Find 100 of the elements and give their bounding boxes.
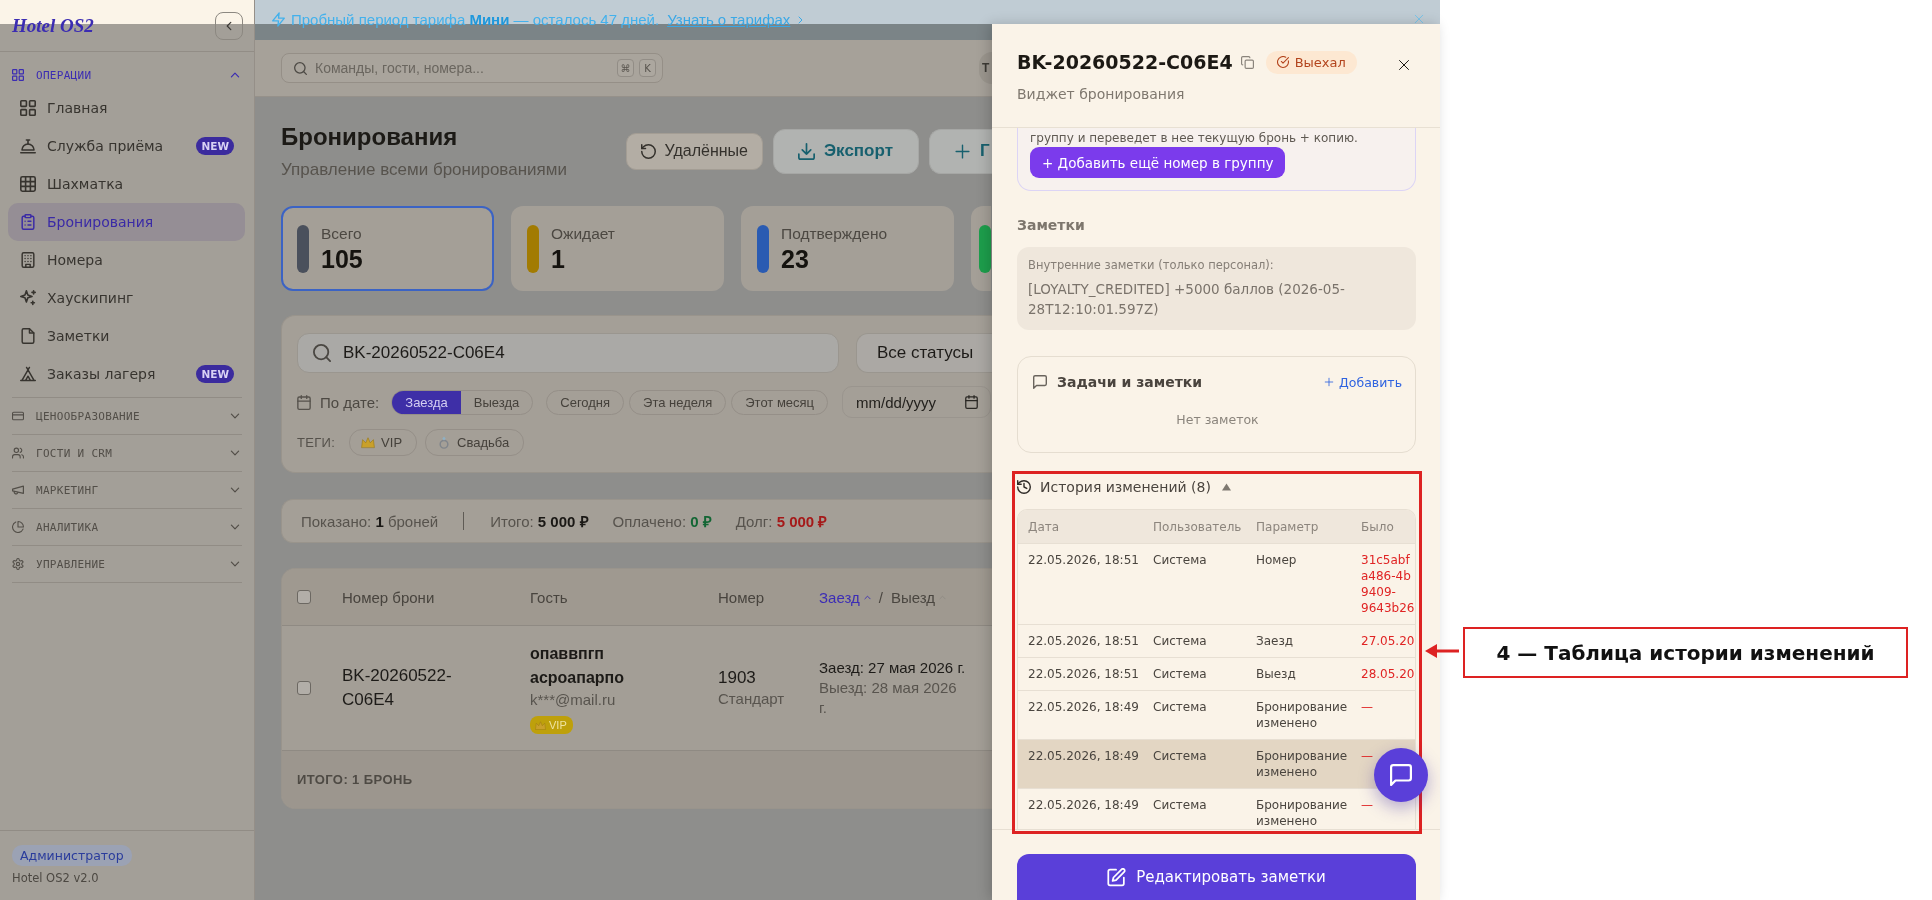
- guest-name: опаввпгп асроапарпо: [530, 644, 625, 688]
- stat-label: Всего: [321, 223, 363, 244]
- room-type: Стандарт: [718, 689, 785, 709]
- user-avatar[interactable]: Т: [979, 52, 992, 84]
- check-out-date: Выезд: 28 мая 2026 г.: [819, 678, 958, 718]
- add-task-button[interactable]: Добавить: [1324, 374, 1402, 390]
- stat-card[interactable]: [971, 206, 991, 291]
- nav-item[interactable]: Хаускипинг: [8, 279, 245, 317]
- select-all-checkbox[interactable]: [297, 590, 311, 604]
- nav-item[interactable]: Служба приёма NEW: [8, 127, 245, 165]
- copy-icon: [1240, 55, 1254, 69]
- comment-icon: [1033, 375, 1047, 389]
- debt-amount: Долг: 5 000 ₽: [735, 512, 828, 531]
- sort-column-header[interactable]: Выезд: [890, 588, 946, 606]
- sparkles-icon: [20, 290, 36, 306]
- column-header[interactable]: Номер брони: [342, 588, 530, 606]
- check-in-date: Заезд: 27 мая 2026 г.: [819, 658, 966, 678]
- table-cell: 22.05.2026, 18:51: [1018, 657, 1143, 691]
- table-cell: —: [1352, 690, 1415, 740]
- nav-item[interactable]: Бронирования: [8, 203, 245, 241]
- date-mode-tab[interactable]: Выезда: [460, 390, 533, 414]
- lightning-icon: [272, 12, 285, 27]
- create-button[interactable]: Г: [929, 128, 992, 174]
- building-icon: [20, 252, 36, 268]
- date-filter-label: По дате:: [320, 393, 380, 411]
- empty-state: Нет заметок: [1175, 412, 1260, 428]
- booking-number[interactable]: BK-20260522-C06E4: [342, 664, 472, 712]
- room-number: 1903: [718, 667, 756, 689]
- history-toggle[interactable]: История изменений (8): [1017, 477, 1231, 497]
- table-cell: 28.05.20: [1352, 657, 1415, 691]
- date-field[interactable]: mm/dd/yyyy: [842, 386, 992, 418]
- crown-icon: [535, 720, 546, 730]
- stat-value: 1: [551, 243, 566, 274]
- sort-column-header[interactable]: Заезд: [819, 588, 871, 606]
- row-checkbox[interactable]: [297, 681, 311, 695]
- close-icon: [1398, 59, 1410, 71]
- app-version: Hotel OS2 v2.0: [12, 870, 99, 886]
- notes-label: Внутренние заметки (только персонал):: [1028, 258, 1275, 273]
- nav-item[interactable]: Заметки: [8, 317, 245, 355]
- column-header[interactable]: Номер: [718, 588, 819, 606]
- nav-item[interactable]: Заказы лагеря NEW: [8, 355, 245, 393]
- chevron-left-icon: [226, 20, 232, 31]
- check-circle-icon: [1276, 56, 1289, 68]
- stat-card[interactable]: Ожидает 1: [511, 206, 724, 291]
- stat-card[interactable]: Подтверждено 23: [741, 206, 954, 291]
- section-header[interactable]: ЦЕНООБРАЗОВАНИЕ: [12, 398, 242, 434]
- clipboard-icon: [20, 214, 36, 230]
- annotation-arrow: [1425, 644, 1459, 658]
- nav-item[interactable]: Шахматка: [8, 165, 245, 203]
- add-room-button[interactable]: + Добавить ещё номер в группу: [1030, 147, 1286, 178]
- stat-card[interactable]: Всего 105: [281, 206, 494, 291]
- export-button[interactable]: Экспорт: [773, 128, 919, 174]
- section-header[interactable]: УПРАВЛЕНИЕ: [12, 546, 242, 582]
- section-header[interactable]: МАРКЕТИНГ: [12, 472, 242, 508]
- users-icon: [12, 447, 24, 459]
- megaphone-icon: [12, 484, 24, 496]
- edit-notes-button[interactable]: Редактировать заметки: [1017, 854, 1416, 900]
- section-header[interactable]: ОПЕРАЦИИ: [12, 62, 242, 88]
- tent-icon: [20, 366, 36, 382]
- booking-search-field[interactable]: BK-20260522-C06E4: [297, 333, 839, 373]
- table-cell: Номер: [1246, 543, 1352, 625]
- page-subtitle: Управление всеми бронированиями: [281, 160, 567, 180]
- plus-icon: [1324, 377, 1335, 387]
- edit-icon: [1107, 867, 1127, 887]
- column-header[interactable]: Гость: [530, 588, 718, 606]
- download-icon: [798, 142, 815, 160]
- shown-count: Показано: 1 броней: [301, 512, 439, 530]
- stat-label: Ожидает: [551, 223, 615, 244]
- chat-icon: [1390, 764, 1412, 786]
- history-icon: [1017, 480, 1031, 494]
- close-button[interactable]: [1398, 59, 1410, 71]
- restore-icon: [640, 143, 656, 159]
- close-icon: [1414, 14, 1424, 24]
- column-header: Было: [1352, 510, 1415, 544]
- tag-filter-button[interactable]: VIP: [349, 429, 418, 456]
- column-header: Пользователь: [1143, 510, 1246, 544]
- notes-text: [LOYALTY_CREDITED] +5000 баллов (2026-05-28T12:10:01.597Z): [1028, 280, 1346, 319]
- table-cell: Система: [1143, 739, 1246, 789]
- copy-button[interactable]: [1240, 55, 1254, 69]
- guest-email: k***@mail.ru: [530, 690, 616, 710]
- crown-icon: [361, 436, 376, 449]
- deleted-button[interactable]: Удалённые: [625, 132, 763, 170]
- grid-icon: [12, 69, 24, 81]
- nav-item[interactable]: Номера: [8, 241, 245, 279]
- table-cell: Система: [1143, 657, 1246, 691]
- section-header[interactable]: ГОСТИ И CRM: [12, 435, 242, 471]
- total-amount: Итого: 5 000 ₽: [490, 512, 589, 531]
- calendar-icon: [297, 394, 311, 410]
- section-header[interactable]: АНАЛИТИКА: [12, 509, 242, 545]
- collapse-sidebar-button[interactable]: [215, 11, 243, 40]
- shortcut-key: ⌘: [617, 59, 634, 77]
- date-mode-tab[interactable]: Заезда: [392, 390, 461, 414]
- status-select[interactable]: Все статусы: [856, 333, 992, 373]
- tag-filter-button[interactable]: Свадьба: [425, 429, 525, 456]
- table-cell: Бронирование изменено: [1246, 739, 1352, 789]
- booking-title: BK-20260522-C06E4: [1017, 51, 1233, 73]
- nav-item[interactable]: Главная: [8, 89, 245, 127]
- shortcut-key: K: [639, 59, 656, 77]
- plus-icon: [954, 142, 971, 160]
- command-search-field[interactable]: Команды, гости, номера... ⌘ K: [281, 53, 663, 83]
